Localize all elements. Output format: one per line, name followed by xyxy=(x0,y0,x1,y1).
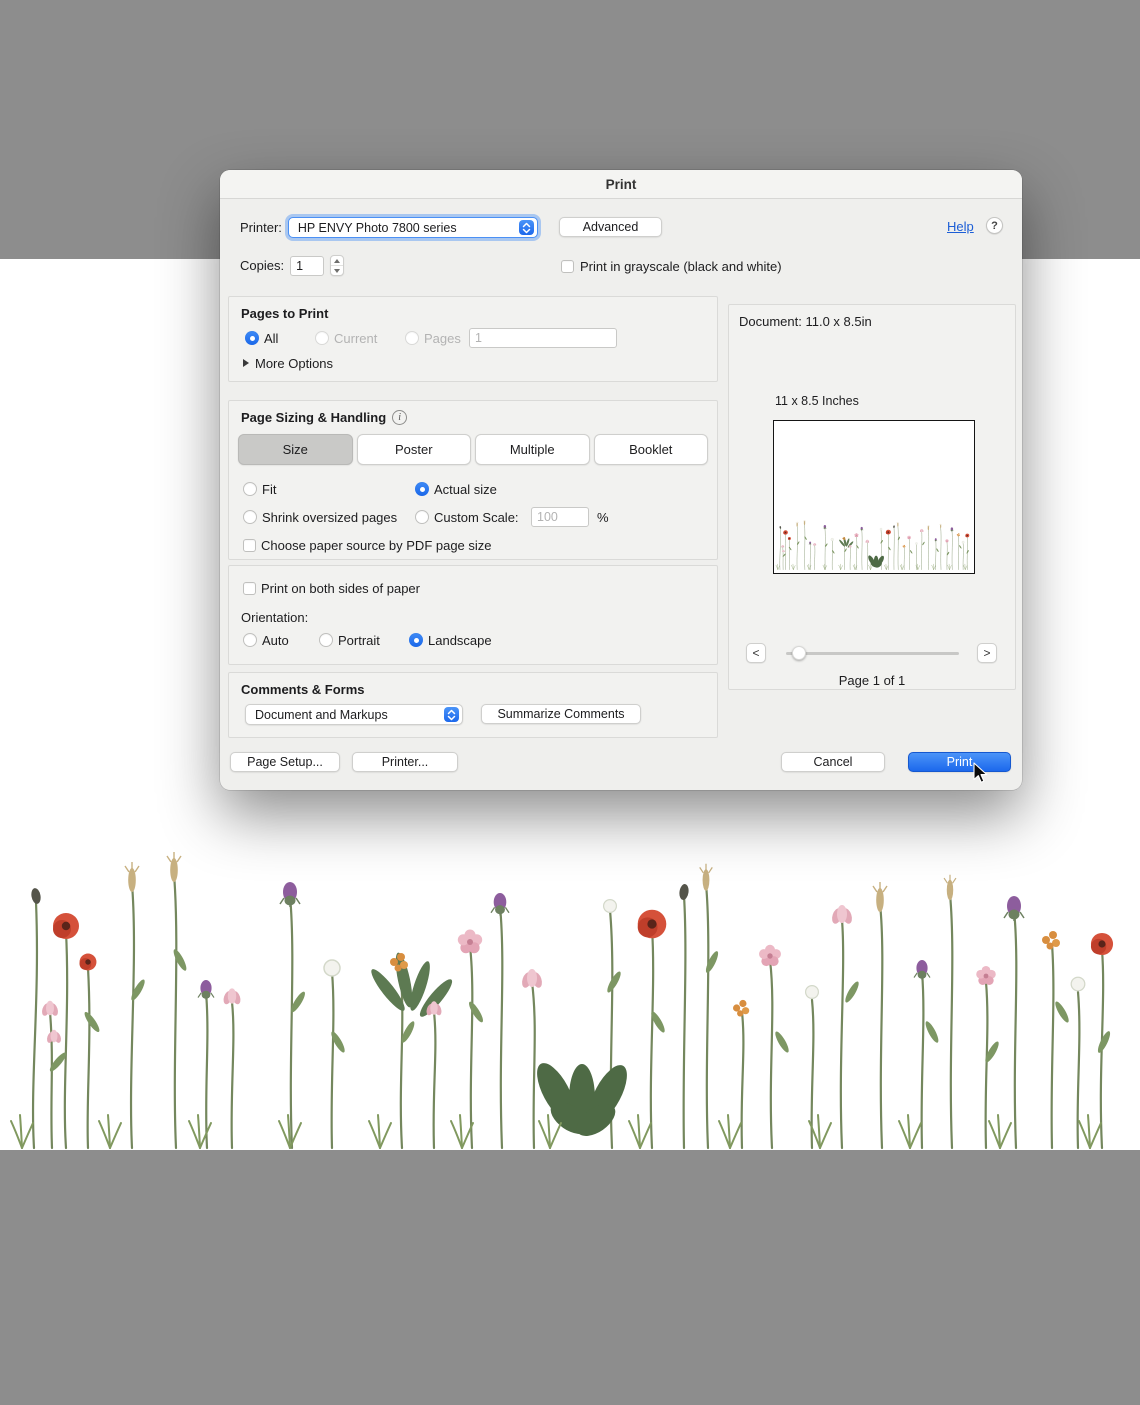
info-icon[interactable]: i xyxy=(392,409,408,425)
prev-page-button[interactable]: < xyxy=(746,643,766,663)
both-sides-label: Print on both sides of paper xyxy=(261,580,420,596)
shrink-label: Shrink oversized pages xyxy=(262,509,398,525)
current-label: Current xyxy=(334,330,378,346)
tab-booklet[interactable]: Booklet xyxy=(593,434,708,465)
stepper-down-icon[interactable] xyxy=(331,266,343,275)
more-options-label[interactable]: More Options xyxy=(255,356,333,371)
copies-input[interactable] xyxy=(290,255,325,276)
sizing-tabs: Size Poster Multiple Booklet xyxy=(238,434,708,465)
custom-scale-label: Custom Scale: xyxy=(434,509,519,525)
pages-label: Pages xyxy=(424,330,461,346)
print-dialog: Print Printer: HP ENVY Photo 7800 series… xyxy=(220,170,1022,790)
grayscale-checkbox[interactable] xyxy=(561,259,574,273)
printer-label: Printer: xyxy=(240,220,282,235)
more-options[interactable]: More Options xyxy=(243,355,333,371)
dialog-title: Print xyxy=(605,176,637,192)
preview-zoom-slider[interactable] xyxy=(786,652,959,655)
print-button[interactable]: Print xyxy=(908,752,1011,772)
current-radio[interactable] xyxy=(315,331,329,345)
both-sides-checkbox[interactable] xyxy=(243,581,256,595)
landscape-radio[interactable] xyxy=(409,633,423,647)
pages-radio[interactable] xyxy=(405,331,419,345)
percent-label: % xyxy=(597,510,609,525)
portrait-label: Portrait xyxy=(338,632,380,648)
advanced-button[interactable]: Advanced xyxy=(559,217,662,237)
document-info: Document: 11.0 x 8.5in xyxy=(739,314,872,329)
copies-label: Copies: xyxy=(240,258,285,273)
printer-select-value: HP ENVY Photo 7800 series xyxy=(297,220,457,235)
preview-size-label: 11 x 8.5 Inches xyxy=(775,394,859,408)
tab-multiple[interactable]: Multiple xyxy=(475,434,590,465)
pages-to-print-title: Pages to Print xyxy=(241,306,329,321)
landscape-label: Landscape xyxy=(428,632,492,648)
pages-input[interactable] xyxy=(469,328,617,348)
printer-button[interactable]: Printer... xyxy=(352,752,458,772)
tab-size[interactable]: Size xyxy=(238,434,353,465)
duplex-group: Print on both sides of paper Orientation… xyxy=(228,565,718,665)
custom-scale-input[interactable] xyxy=(531,507,589,527)
cancel-button[interactable]: Cancel xyxy=(781,752,885,772)
all-label: All xyxy=(264,330,279,346)
copies-stepper[interactable] xyxy=(330,255,345,276)
page-setup-button[interactable]: Page Setup... xyxy=(230,752,340,772)
desktop: Print Printer: HP ENVY Photo 7800 series… xyxy=(0,0,1140,1405)
preview-panel: Document: 11.0 x 8.5in 11 x 8.5 Inches <… xyxy=(728,304,1016,690)
tab-poster[interactable]: Poster xyxy=(356,434,471,465)
fit-radio[interactable] xyxy=(243,482,257,496)
shrink-radio[interactable] xyxy=(243,510,257,524)
auto-label: Auto xyxy=(262,632,289,648)
preview-flowers-thumbnail xyxy=(774,518,974,570)
portrait-radio[interactable] xyxy=(319,633,333,647)
page-indicator: Page 1 of 1 xyxy=(838,673,906,688)
help-icon[interactable]: ? xyxy=(986,217,1003,234)
actual-size-radio[interactable] xyxy=(415,482,429,496)
slider-knob[interactable] xyxy=(792,646,806,660)
copies-row: Copies: xyxy=(240,255,345,276)
auto-radio[interactable] xyxy=(243,633,257,647)
orientation-label: Orientation: xyxy=(241,610,309,625)
printer-row: Printer: HP ENVY Photo 7800 series xyxy=(240,217,538,238)
comments-forms-title: Comments & Forms xyxy=(241,682,365,697)
page-sizing-title: Page Sizing & Handling xyxy=(241,409,387,425)
wildflower-illustration xyxy=(0,840,1140,1150)
select-stepper-icon xyxy=(518,220,534,235)
preview-page xyxy=(773,420,975,574)
select-stepper-icon xyxy=(444,707,459,722)
summarize-comments-button[interactable]: Summarize Comments xyxy=(481,704,641,724)
all-radio[interactable] xyxy=(245,331,259,345)
pages-to-print-group: Pages to Print All Current Pages More Op… xyxy=(228,296,718,382)
page-sizing-group: Page Sizing & Handling i Size Poster Mul… xyxy=(228,400,718,560)
disclosure-triangle-icon[interactable] xyxy=(243,359,249,367)
printer-select[interactable]: HP ENVY Photo 7800 series xyxy=(287,217,538,238)
next-page-button[interactable]: > xyxy=(977,643,997,663)
stepper-up-icon[interactable] xyxy=(331,256,344,266)
comments-select-value: Document and Markups xyxy=(255,707,388,722)
paper-source-checkbox[interactable] xyxy=(243,538,256,552)
comments-forms-group: Comments & Forms Document and Markups Su… xyxy=(228,672,718,738)
help-link[interactable]: Help xyxy=(947,219,974,234)
grayscale-row: Print in grayscale (black and white) xyxy=(561,257,782,275)
custom-scale-radio[interactable] xyxy=(415,510,429,524)
cursor-icon xyxy=(973,762,988,783)
grayscale-label: Print in grayscale (black and white) xyxy=(580,258,782,274)
comments-select[interactable]: Document and Markups xyxy=(245,704,463,725)
paper-source-label: Choose paper source by PDF page size xyxy=(261,537,492,553)
fit-label: Fit xyxy=(262,481,277,497)
actual-size-label: Actual size xyxy=(434,481,497,497)
dialog-titlebar[interactable]: Print xyxy=(220,170,1022,199)
